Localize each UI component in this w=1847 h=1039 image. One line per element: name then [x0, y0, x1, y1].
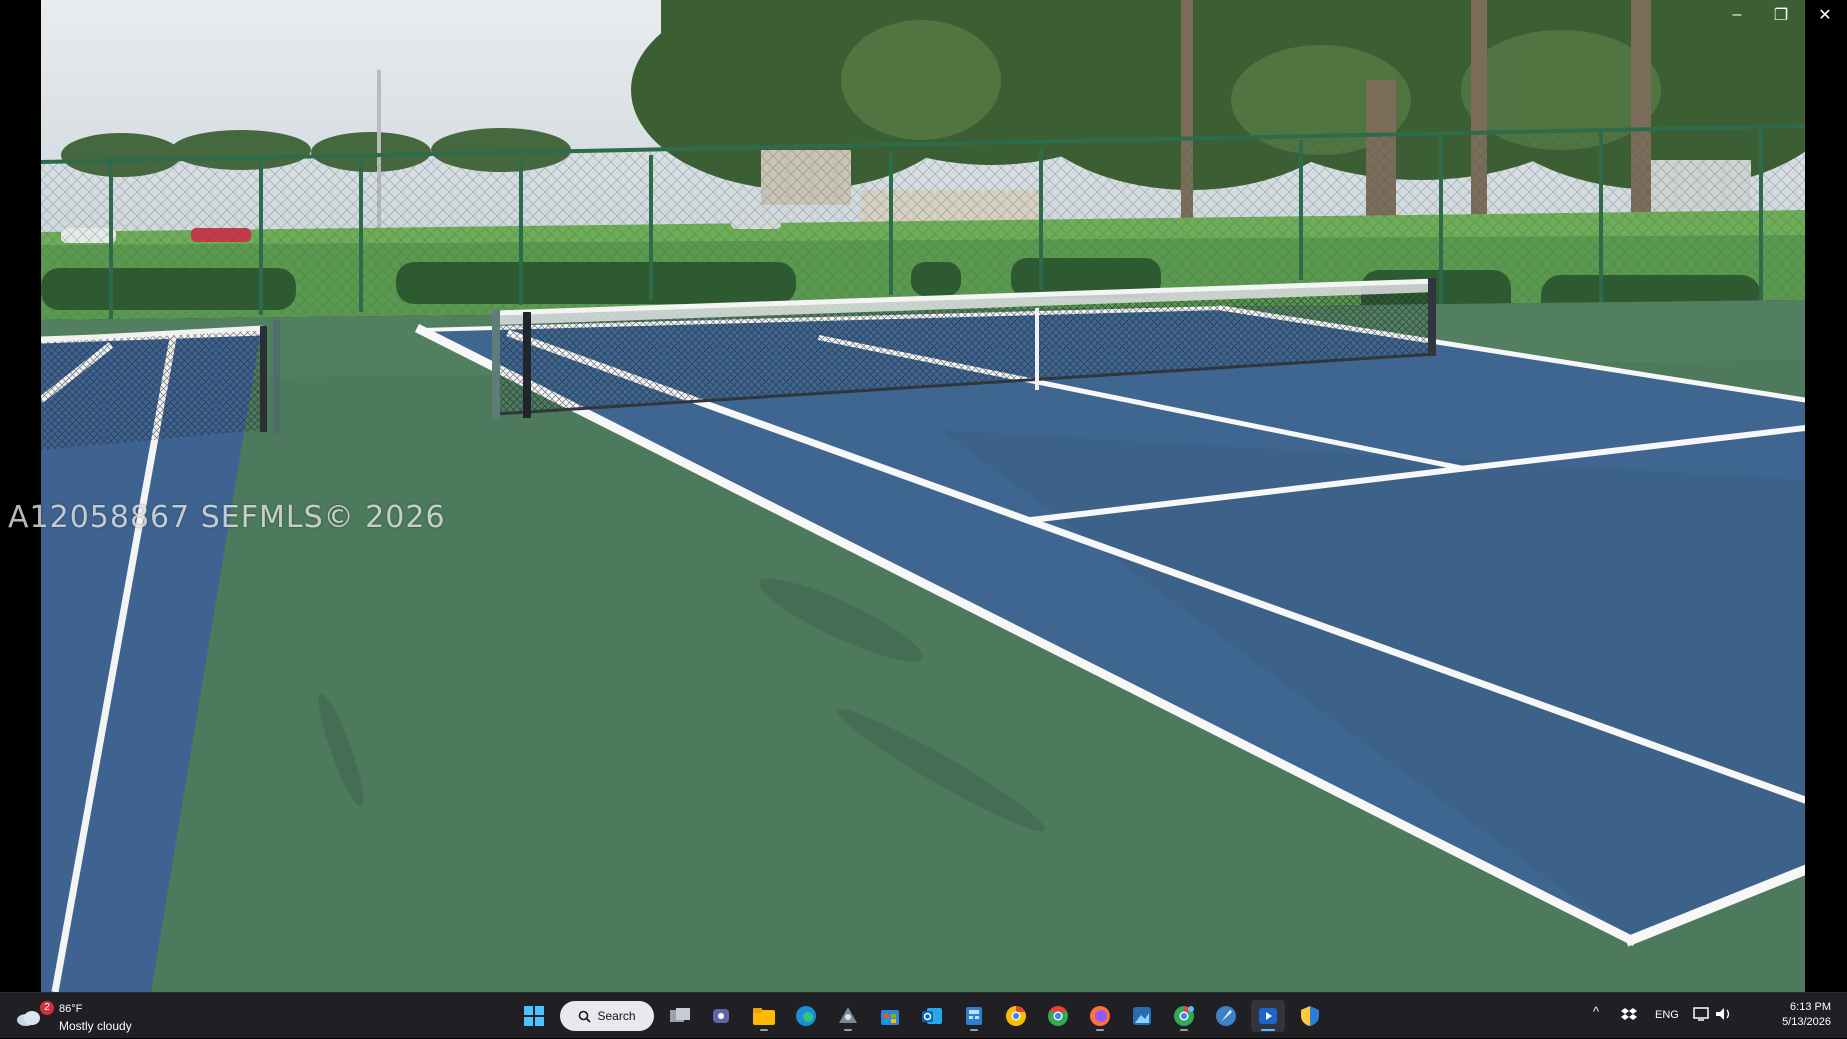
search-icon [579, 1010, 592, 1023]
dropbox-icon[interactable] [1621, 1006, 1637, 1022]
photo-viewer-window: – ❐ ✕ A12058867 SEFMLS© 2026 [0, 0, 1847, 992]
chrome-alt-icon[interactable] [999, 1000, 1033, 1032]
restore-button[interactable]: ❐ [1759, 0, 1803, 30]
listing-watermark: A12058867 SEFMLS© 2026 [8, 500, 446, 535]
volume-icon[interactable] [1715, 1006, 1733, 1022]
feather-app-icon[interactable] [1209, 1000, 1243, 1032]
taskbar: 2 86°F Mostly cloudy Search ^ ENG 6:13 P… [0, 992, 1847, 1038]
file-explorer-icon[interactable] [747, 1000, 781, 1032]
edge-icon[interactable] [789, 1000, 823, 1032]
chrome-profile-icon[interactable] [1167, 1000, 1201, 1032]
taskbar-search-box[interactable]: Search [560, 1001, 654, 1031]
clock-time: 6:13 PM [1790, 1001, 1831, 1013]
teams-icon[interactable] [705, 1000, 739, 1032]
running-indicator [1261, 1029, 1275, 1031]
network-icon[interactable] [1693, 1006, 1711, 1022]
network-app-icon[interactable] [831, 1000, 865, 1032]
running-indicator [1096, 1029, 1104, 1031]
clock-date: 5/13/2026 [1782, 1016, 1831, 1028]
clock[interactable]: 6:13 PM 5/13/2026 [1782, 1000, 1831, 1030]
outlook-icon[interactable] [915, 1000, 949, 1032]
weather-temp: 86°F [59, 1003, 83, 1015]
language-indicator[interactable]: ENG [1655, 1009, 1679, 1021]
tennis-court-photo [41, 0, 1805, 992]
show-hidden-icons-chevron[interactable]: ^ [1593, 1004, 1599, 1019]
close-button[interactable]: ✕ [1803, 0, 1847, 30]
running-indicator [760, 1029, 768, 1031]
chrome-icon[interactable] [1041, 1000, 1075, 1032]
weather-condition: Mostly cloudy [59, 1019, 132, 1033]
photos-icon[interactable] [1125, 1000, 1159, 1032]
running-indicator [970, 1029, 978, 1031]
windows-start-icon[interactable] [517, 1000, 551, 1032]
weather-widget[interactable]: 2 86°F Mostly cloudy [12, 999, 152, 1035]
search-label: Search [597, 1009, 636, 1023]
minimize-button[interactable]: – [1715, 0, 1759, 30]
firefox-icon[interactable] [1083, 1000, 1117, 1032]
task-view-icon[interactable] [663, 1000, 697, 1032]
media-player-icon[interactable] [1251, 1000, 1285, 1032]
calculator-app-icon[interactable] [957, 1000, 991, 1032]
system-tray: ^ ENG 6:13 PM 5/13/2026 [1587, 993, 1847, 1039]
cloud-icon [17, 1011, 40, 1026]
running-indicator [1180, 1029, 1188, 1031]
notification-badge: 2 [40, 1001, 54, 1015]
running-indicator [844, 1029, 852, 1031]
store-icon[interactable] [873, 1000, 907, 1032]
security-shield-icon[interactable] [1293, 1000, 1327, 1032]
